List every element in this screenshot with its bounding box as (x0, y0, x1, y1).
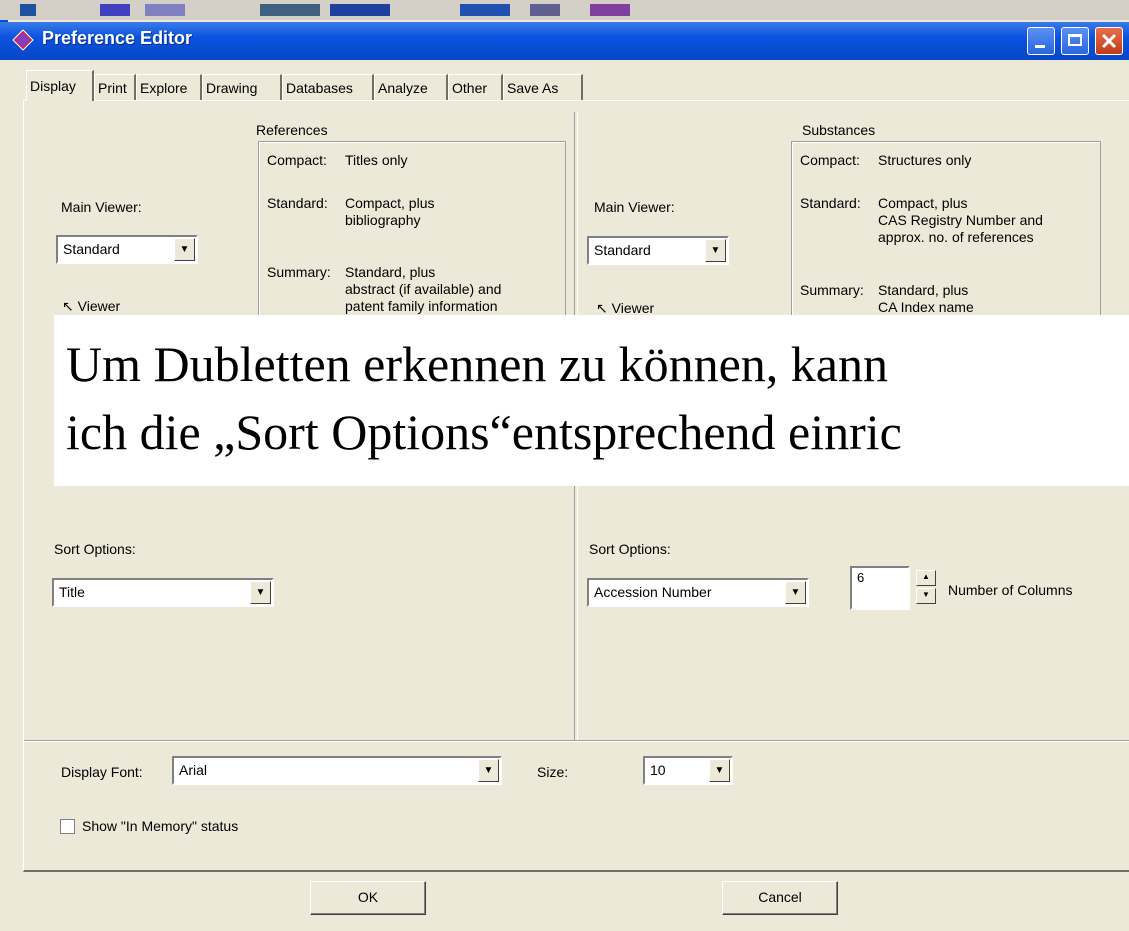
sub-compact-desc: Structures only (878, 152, 972, 168)
sub-standard-desc: Compact, plus (878, 195, 968, 211)
pointer-icon: ↖ (596, 300, 608, 316)
sub-summary-desc: Standard, plus (878, 282, 969, 298)
maximize-icon (1068, 34, 1082, 46)
ok-button[interactable]: OK (310, 881, 426, 915)
references-main-viewer-label: Main Viewer: (61, 199, 142, 215)
sub-standard-key: Standard: (800, 195, 861, 211)
ref-compact-key: Compact: (267, 152, 327, 168)
tab-analyze[interactable]: Analyze (374, 74, 448, 100)
substances-main-viewer-value: Standard (594, 242, 651, 258)
chevron-down-icon[interactable]: ▼ (785, 581, 806, 604)
substances-group: Compact: Structures only Standard: Compa… (791, 141, 1101, 317)
references-sort-label: Sort Options: (54, 541, 136, 557)
maximize-button[interactable] (1061, 27, 1089, 55)
pointer-icon: ↖ (62, 298, 74, 314)
substances-sort-select[interactable]: Accession Number ▼ (587, 578, 809, 607)
substances-group-title: Substances (802, 122, 876, 138)
columns-value: 6 (857, 570, 865, 585)
substances-viewer-label: Viewer (611, 300, 655, 316)
columns-label: Number of Columns (948, 582, 1073, 598)
display-font-select[interactable]: Arial ▼ (172, 756, 502, 785)
section-separator (24, 740, 1129, 742)
ref-standard-desc: bibliography (345, 212, 421, 228)
references-sort-select[interactable]: Title ▼ (52, 578, 274, 607)
spin-up-icon[interactable]: ▲ (916, 570, 936, 586)
chevron-down-icon[interactable]: ▼ (174, 238, 195, 261)
in-memory-checkbox[interactable] (60, 819, 75, 834)
sub-summary-desc: CA Index name (878, 299, 974, 315)
close-button[interactable] (1095, 27, 1123, 55)
tab-databases[interactable]: Databases (282, 74, 374, 100)
references-sort-value: Title (59, 584, 85, 600)
substances-sort-value: Accession Number (594, 584, 712, 600)
sub-compact-key: Compact: (800, 152, 860, 168)
app-icon (12, 29, 34, 51)
references-viewer-label: Viewer (77, 298, 121, 314)
tab-save-as[interactable]: Save As (503, 74, 583, 100)
references-viewer-partial: ↖ Viewer (62, 298, 120, 315)
ref-standard-desc: Compact, plus (345, 195, 435, 211)
references-group: Compact: Titles only Standard: Compact, … (258, 141, 566, 317)
desktop-toolbar-strip (0, 0, 1129, 20)
size-value: 10 (650, 762, 666, 778)
ref-summary-desc: abstract (if available) and (345, 281, 502, 297)
ref-standard-key: Standard: (267, 195, 328, 211)
tab-other[interactable]: Other (448, 74, 503, 100)
cancel-button[interactable]: Cancel (722, 881, 838, 915)
substances-sort-label: Sort Options: (589, 541, 671, 557)
spin-down-icon[interactable]: ▼ (916, 588, 936, 604)
ref-summary-key: Summary: (267, 264, 331, 280)
size-label: Size: (537, 764, 569, 780)
substances-main-viewer-select[interactable]: Standard ▼ (587, 236, 729, 265)
sub-summary-key: Summary: (800, 282, 864, 298)
display-font-value: Arial (179, 762, 208, 778)
sub-standard-desc: CAS Registry Number and (878, 212, 1043, 228)
chevron-down-icon[interactable]: ▼ (250, 581, 271, 604)
in-memory-label: Show "In Memory" status (82, 818, 239, 834)
chevron-down-icon[interactable]: ▼ (709, 759, 730, 782)
ref-summary-desc: patent family information (345, 298, 498, 314)
chevron-down-icon[interactable]: ▼ (705, 239, 726, 262)
columns-spinbox[interactable]: 6 (850, 566, 910, 610)
close-icon (1101, 33, 1117, 49)
tab-print[interactable]: Print (94, 74, 136, 100)
ref-compact-desc: Titles only (345, 152, 408, 168)
overlay-line-2: ich die „Sort Options“entsprechend einri… (66, 404, 902, 460)
references-main-viewer-value: Standard (63, 241, 120, 257)
overlay-line-1: Um Dubletten erkennen zu können, kann (66, 336, 888, 392)
size-select[interactable]: 10 ▼ (643, 756, 733, 785)
sub-standard-desc: approx. no. of references (878, 229, 1034, 245)
references-group-title: References (256, 122, 328, 138)
tab-explore[interactable]: Explore (136, 74, 202, 100)
overlay-annotation: Um Dubletten erkennen zu können, kann ic… (54, 315, 1129, 486)
ref-summary-desc: Standard, plus (345, 264, 436, 280)
display-font-label: Display Font: (61, 764, 143, 780)
window-title: Preference Editor (42, 28, 193, 48)
references-main-viewer-select[interactable]: Standard ▼ (56, 235, 198, 264)
minimize-icon (1035, 45, 1045, 48)
substances-main-viewer-label: Main Viewer: (594, 199, 675, 215)
chevron-down-icon[interactable]: ▼ (478, 759, 499, 782)
tab-drawing[interactable]: Drawing (202, 74, 282, 100)
minimize-button[interactable] (1027, 27, 1055, 55)
tab-display[interactable]: Display (26, 70, 94, 101)
